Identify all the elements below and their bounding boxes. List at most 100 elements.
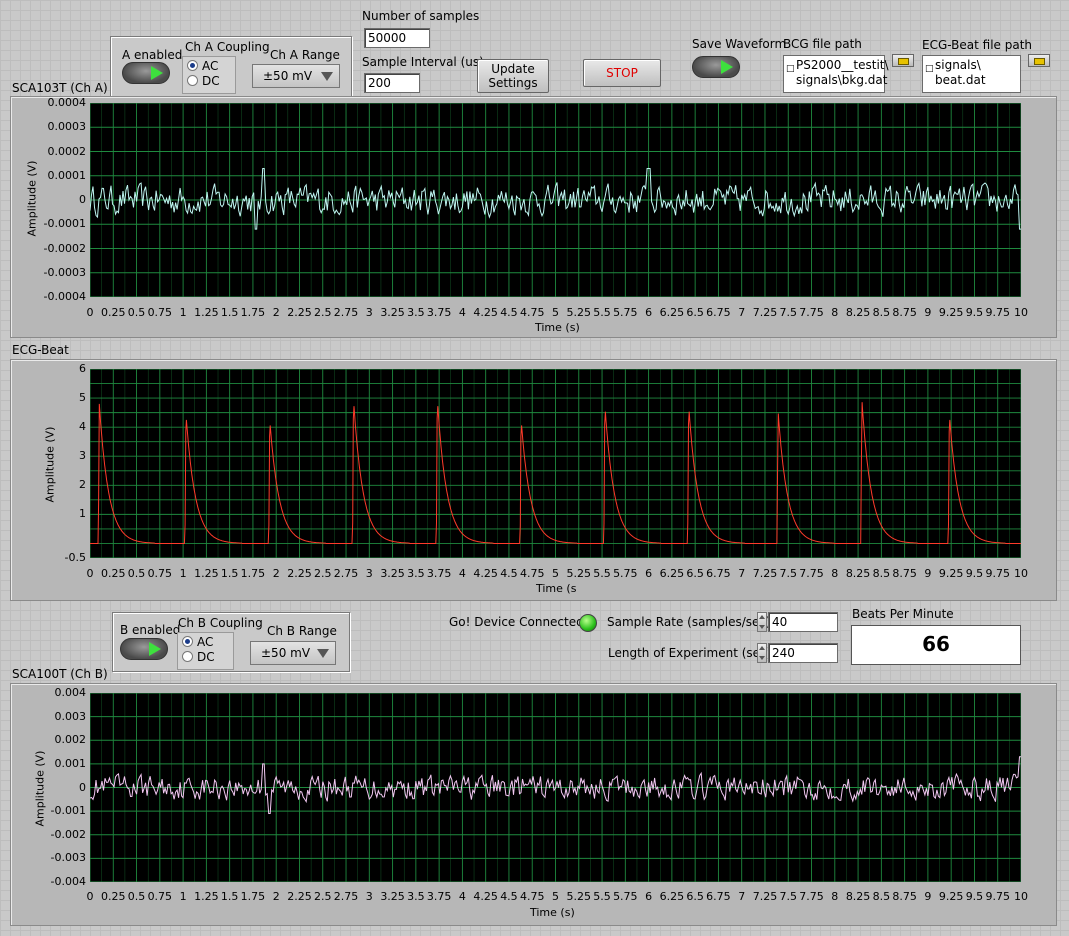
x-tick-label: 9.75 [985,306,1010,319]
sample-rate-input[interactable]: 40 [768,612,838,632]
x-tick-label: 7.75 [799,890,824,903]
ch-b-coupling-ac[interactable]: AC [182,635,213,649]
x-tick-label: 5.75 [613,567,638,580]
x-tick-label: 8.25 [845,567,871,580]
x-tick-label: 6.75 [706,306,731,319]
x-tick-label: 3.5 [407,567,425,580]
x-tick-label: 2.5 [314,567,332,580]
graph-a-svg [89,102,1022,298]
y-tick-label: -0.0004 [43,290,86,303]
a-enabled-toggle[interactable] [122,62,170,84]
x-tick-label: 1.5 [220,567,239,580]
x-tick-label: 1 [179,567,187,580]
y-tick-label: 0.0001 [47,168,87,182]
x-tick-label: 5 [552,890,559,903]
y-tick-label: -0.0002 [43,241,86,255]
graph-ecg-plot[interactable] [89,368,1022,559]
y-tick-label: 6 [79,362,86,375]
ecg-path-input[interactable]: □ signals\ beat.dat [922,55,1021,93]
length-input[interactable]: 240 [768,643,838,663]
x-tick-label: 0.5 [127,306,146,319]
ch-b-coupling-label: Ch B Coupling [178,616,263,630]
x-tick-label: 10 [1014,567,1028,580]
sample-rate-spinner[interactable] [757,612,767,632]
bcg-path-label: BCG file path [783,37,862,51]
y-tick-label: 0.004 [54,686,87,699]
y-tick-label: -0.004 [50,875,86,888]
x-tick-label: 3 [365,567,373,580]
x-tick-label: 1.75 [240,890,266,903]
ch-b-range-select[interactable]: ±50 mV [250,641,336,665]
ecg-browse-folder-icon[interactable] [1028,54,1050,67]
ch-a-coupling-ac[interactable]: AC [187,59,218,73]
led-arrow-icon [721,60,733,74]
x-tick-label: 1.5 [220,890,239,903]
ch-a-coupling-label: Ch A Coupling [185,40,270,54]
graph-ecg-svg [89,368,1022,559]
y-tick-label: 3 [79,449,86,463]
x-tick-label: 9.25 [938,890,964,903]
x-tick-label: 7.75 [799,306,824,319]
num-samples-input[interactable]: 50000 [364,28,430,48]
y-tick-label: 0.0002 [47,144,87,158]
x-tick-label: 5.5 [593,890,611,903]
ch-b-coupling-dc[interactable]: DC [182,650,215,664]
x-tick-label: 0.5 [127,890,146,903]
save-waveform-label: Save Waveform [692,37,787,51]
x-tick-label: 6.75 [706,890,731,903]
x-tick-label: 9.25 [938,306,964,319]
x-tick-label: 2.75 [333,890,359,903]
x-tick-label: 2.25 [287,567,312,580]
x-tick-label: 9 [924,890,932,903]
x-tick-label: 4.75 [519,567,545,580]
x-tick-label: 3 [365,306,373,319]
x-tick-label: 8.25 [845,890,871,903]
y-tick-label: -0.003 [50,851,86,865]
bcg-path-input[interactable]: □ PS2000__testit\ signals\bkg.dat [783,55,889,93]
x-tick-label: 0 [86,890,94,903]
bcg-browse-folder-icon[interactable] [892,54,914,67]
x-tick-label: 4 [458,890,466,903]
x-tick-label: 2.5 [314,306,332,319]
x-tick-label: 7.25 [752,890,778,903]
b-enabled-label: B enabled [120,623,181,637]
graph-a-plot[interactable] [89,102,1022,298]
x-tick-label: 4.5 [500,567,518,580]
stop-button[interactable]: STOP [583,59,661,87]
x-tick-label: 1 [179,890,187,903]
x-tick-label: 0.5 [127,567,146,580]
y-tick-label: 4 [79,420,86,434]
graph-b-plot[interactable] [89,692,1022,883]
x-tick-label: 6 [645,306,653,319]
x-tick-label: 8 [831,890,839,903]
graph-ecg-ylabel: Amplitude (V) [43,426,57,503]
x-tick-label: 9.5 [965,567,984,580]
x-tick-label: 9.5 [965,890,984,903]
led-arrow-icon [149,642,161,656]
x-tick-label: 9.75 [985,890,1010,903]
b-enabled-toggle[interactable] [120,638,168,660]
y-tick-label: 5 [79,391,86,405]
length-spinner[interactable] [757,643,767,663]
bpm-display: 66 [851,625,1021,665]
update-settings-button[interactable]: Update Settings [477,59,549,93]
sample-rate-label: Sample Rate (samples/sec) [607,615,771,629]
y-tick-label: -0.001 [50,804,86,818]
x-tick-label: 9.25 [938,567,964,580]
x-tick-label: 6 [645,890,653,903]
x-tick-label: 3.25 [380,306,405,319]
x-tick-label: 2.75 [333,567,359,580]
x-tick-label: 2 [272,890,280,903]
ch-a-range-select[interactable]: ±50 mV [252,64,340,88]
sample-interval-input[interactable]: 200 [364,73,420,93]
x-tick-label: 8 [831,567,839,580]
y-tick-label: -0.0003 [43,265,86,279]
ch-a-coupling-dc[interactable]: DC [187,74,220,88]
x-tick-label: 2.75 [333,306,359,319]
save-waveform-toggle[interactable] [692,56,740,78]
num-samples-label: Number of samples [362,9,480,23]
path-icon: □ [925,64,934,74]
x-tick-label: 5 [552,567,559,580]
x-tick-label: 2.5 [314,890,332,903]
x-tick-label: 8.25 [845,306,871,319]
